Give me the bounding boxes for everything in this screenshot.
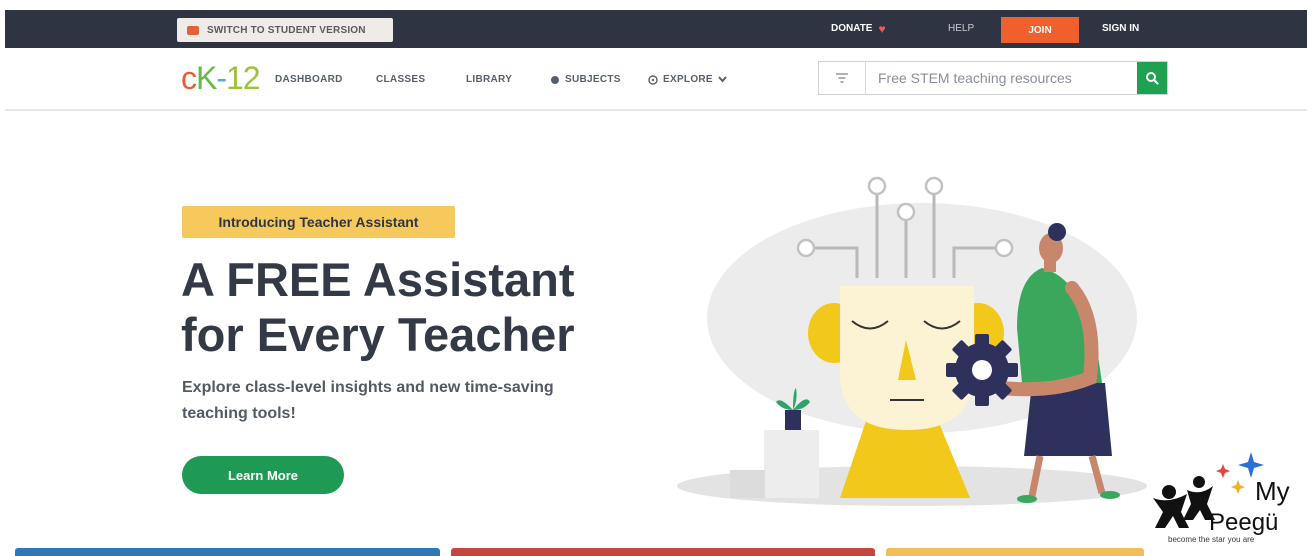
search-button[interactable]: [1137, 62, 1167, 94]
top-utility-bar: SWITCH TO STUDENT VERSION DONATE ♥ HELP …: [5, 10, 1307, 48]
plant-stand: [764, 430, 819, 498]
bottom-tile-yellow[interactable]: [886, 548, 1144, 556]
compass-icon: [648, 74, 658, 85]
search-icon: [1146, 72, 1159, 85]
help-link[interactable]: HELP: [948, 23, 974, 34]
student-icon: [187, 25, 199, 35]
donate-label: DONATE: [831, 23, 873, 34]
peegu-tagline: become the star you are: [1168, 535, 1255, 544]
nav-classes[interactable]: CLASSES: [376, 74, 425, 85]
nav-dashboard[interactable]: DASHBOARD: [275, 74, 343, 85]
intro-badge: Introducing Teacher Assistant: [182, 206, 455, 238]
switch-to-student-button[interactable]: SWITCH TO STUDENT VERSION: [177, 18, 393, 42]
bottom-tile-blue[interactable]: [15, 548, 440, 556]
peegu-my: My: [1255, 476, 1290, 506]
hero-title-line2: for Every Teacher: [181, 308, 575, 361]
nav-subjects-label: SUBJECTS: [565, 74, 621, 85]
filter-button[interactable]: [819, 62, 866, 94]
hero-title-line1: A FREE Assistant: [181, 253, 575, 306]
main-navbar: cK-12 DASHBOARD CLASSES LIBRARY SUBJECTS…: [5, 49, 1307, 111]
learn-more-button[interactable]: Learn More: [182, 456, 344, 494]
hero-subtitle-line1: Explore class-level insights and new tim…: [182, 379, 554, 396]
logo-c: c: [181, 60, 197, 96]
atom-icon: [551, 75, 559, 84]
logo-num: 12: [226, 60, 261, 96]
gear-icon: [946, 334, 1018, 406]
nav-explore[interactable]: EXPLORE: [648, 74, 727, 85]
search-input[interactable]: [866, 62, 1137, 94]
ck12-logo[interactable]: cK-12: [181, 60, 261, 96]
hero-subtitle: Explore class-level insights and new tim…: [182, 375, 632, 427]
peegu-name: Peegü: [1209, 509, 1278, 536]
bottom-tile-red[interactable]: [451, 548, 875, 556]
search-bar: [818, 61, 1168, 95]
teacher-assistant-illustration: [677, 176, 1147, 506]
donate-link[interactable]: DONATE ♥: [831, 21, 886, 36]
sign-in-link[interactable]: SIGN IN: [1102, 23, 1139, 34]
nav-explore-label: EXPLORE: [663, 74, 713, 85]
nav-subjects[interactable]: SUBJECTS: [550, 74, 621, 85]
plant-pot: [785, 410, 801, 430]
join-button[interactable]: JOIN: [1001, 17, 1079, 43]
small-block: [730, 470, 765, 498]
hero-subtitle-line2: teaching tools!: [182, 405, 296, 422]
logo-dash: -: [216, 60, 227, 96]
heart-icon: ♥: [878, 21, 886, 36]
chevron-down-icon: [718, 76, 727, 83]
logo-k: K: [196, 60, 217, 96]
filter-icon: [836, 73, 848, 83]
hero-title: A FREE Assistant for Every Teacher: [181, 252, 651, 362]
nav-library[interactable]: LIBRARY: [466, 74, 512, 85]
switch-to-student-label: SWITCH TO STUDENT VERSION: [207, 24, 366, 36]
